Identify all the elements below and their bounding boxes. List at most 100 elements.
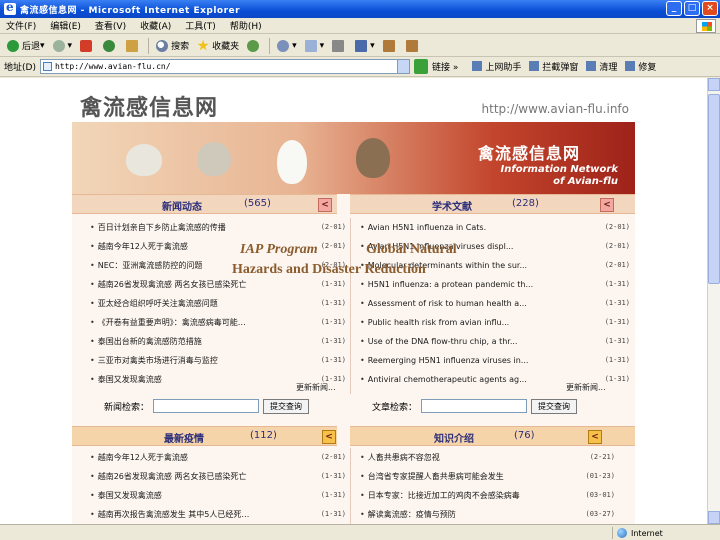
list-item[interactable]: • 泰国又发现禽流感 (1-31)	[90, 486, 346, 505]
history-button[interactable]: ▾	[274, 37, 300, 55]
edit-icon	[355, 39, 368, 52]
maximize-button[interactable]: □	[684, 1, 700, 16]
forward-button[interactable]: ▾	[50, 37, 76, 55]
knowledge-title[interactable]: 知识介绍	[434, 430, 474, 445]
list-item[interactable]: • Public health risk from avian influ...(…	[360, 313, 630, 332]
scroll-thumb[interactable]	[708, 94, 720, 284]
menu-favorites[interactable]: 收藏(A)	[140, 19, 171, 32]
security-zone: Internet	[612, 527, 663, 539]
column-divider	[350, 448, 351, 524]
list-item[interactable]: • 百日计划亲自下乡防止禽流感的传播 (2-01)	[90, 218, 346, 237]
address-dropdown[interactable]	[396, 60, 409, 73]
news-more-button[interactable]: <	[318, 198, 332, 212]
favorites-button[interactable]: 收藏夹	[194, 37, 242, 55]
messenger-icon	[405, 39, 418, 52]
page-icon	[42, 62, 52, 71]
menu-file[interactable]: 文件(F)	[6, 19, 36, 32]
links-button[interactable]: 链接 »	[432, 60, 458, 73]
address-url: http://www.avian-flu.cn/	[54, 62, 171, 71]
stop-icon	[80, 39, 93, 52]
printer-icon	[332, 39, 345, 52]
menu-help[interactable]: 帮助(H)	[230, 19, 262, 32]
list-item[interactable]: • Reemerging H5N1 influenza viruses in...…	[360, 351, 630, 370]
papers-search-input[interactable]	[421, 399, 528, 413]
forward-arrow-icon	[52, 39, 65, 52]
print-button[interactable]	[329, 37, 350, 55]
list-item[interactable]: • 越南26省发现禽流感 两名女孩已感染死亡 (1-31)	[90, 467, 346, 486]
papers-title[interactable]: 学术文献	[432, 198, 472, 213]
papers-search: 文章检索： 提交查询	[372, 396, 578, 416]
menu-view[interactable]: 查看(V)	[95, 19, 126, 32]
news-search-label: 新闻检索：	[104, 402, 150, 413]
list-item[interactable]: • 人畜共患病不容忽视 (2-21)	[360, 448, 615, 467]
list-item[interactable]: • 台湾省专家提醒人畜共患病可能会发生 (01-23)	[360, 467, 615, 486]
toolbar-separator	[269, 37, 271, 54]
media-button[interactable]	[244, 37, 265, 55]
title-bar[interactable]: 禽流感信息网 - Microsoft Internet Explorer _ □…	[0, 0, 720, 18]
edit-button[interactable]: ▾	[352, 37, 378, 55]
outbreaks-title[interactable]: 最新疫情	[164, 430, 204, 445]
back-arrow-icon	[7, 39, 19, 52]
news-more-link[interactable]: 更新新闻...	[296, 382, 336, 393]
search-button[interactable]: 搜索	[153, 37, 192, 55]
column-divider	[350, 218, 351, 394]
minimize-button[interactable]: _	[666, 1, 682, 16]
addon-repair[interactable]: 修复	[625, 60, 656, 73]
addon-helper[interactable]: 上网助手	[472, 60, 521, 73]
list-item[interactable]: • Assessment of risk to human health a...…	[360, 294, 630, 313]
news-search-input[interactable]	[153, 399, 260, 413]
scroll-down-arrow-icon[interactable]	[708, 511, 720, 524]
papers-search-button[interactable]: 提交查询	[531, 398, 578, 414]
site-logo[interactable]: 禽流感信息网	[80, 90, 218, 122]
list-item[interactable]: • 三亚市对禽类市场进行消毒与监控 (1-31)	[90, 351, 346, 370]
status-bar: Internet	[0, 524, 720, 540]
news-count: (565)	[244, 198, 271, 209]
list-item[interactable]: • 越南再次报告禽流感发生 其中5人已经死… (1-31)	[90, 505, 346, 524]
address-input[interactable]: http://www.avian-flu.cn/	[39, 59, 410, 74]
banner-subtitle: Information Network of Avian-flu	[500, 164, 618, 187]
messenger-button[interactable]	[403, 37, 424, 55]
stop-button[interactable]	[77, 37, 98, 55]
papers-more-link[interactable]: 更新新闻...	[566, 382, 606, 393]
papers-count: (228)	[512, 198, 539, 209]
menu-edit[interactable]: 编辑(E)	[50, 19, 81, 32]
refresh-button[interactable]	[100, 37, 121, 55]
news-title[interactable]: 新闻动态	[162, 198, 202, 213]
list-item[interactable]: • Avian H5N1 influenza in Cats. (2-01)	[360, 218, 630, 237]
mail-button[interactable]: ▾	[302, 37, 328, 55]
page-viewport: 禽流感信息网 http://www.avian-flu.info 禽流感信息网 …	[0, 78, 707, 524]
close-button[interactable]: ×	[702, 1, 718, 16]
addon-popup-block[interactable]: 拦截弹窗	[529, 60, 578, 73]
list-item[interactable]: • 越南今年12人死于禽流感 (2-01)	[90, 448, 346, 467]
list-item[interactable]: • 解读禽流感：疫情与预防 (03-27)	[360, 505, 615, 524]
discuss-icon	[382, 39, 395, 52]
outbreaks-list: • 越南今年12人死于禽流感 (2-01) • 越南26省发现禽流感 两名女孩已感染死…	[90, 448, 346, 524]
mail-icon	[304, 39, 317, 52]
papers-more-button[interactable]: <	[600, 198, 614, 212]
standard-toolbar: 后退 ▾ ▾ 搜索 收藏夹 ▾ ▾ ▾	[0, 35, 720, 57]
addon-toolbar: 上网助手 拦截弹窗 清理 修复	[472, 60, 656, 73]
list-item[interactable]: • 日本专家：比接近加工的鸡肉不会感染病毒 (03-01)	[360, 486, 615, 505]
go-button[interactable]	[413, 59, 428, 74]
list-item[interactable]: • 泰国出台新的禽流感防范措施 (1-31)	[90, 332, 346, 351]
discuss-button[interactable]	[380, 37, 401, 55]
back-button[interactable]: 后退 ▾	[4, 37, 48, 55]
menu-tools[interactable]: 工具(T)	[185, 19, 216, 32]
broom-icon	[586, 61, 597, 71]
search-icon	[156, 39, 169, 52]
addon-clean[interactable]: 清理	[586, 60, 617, 73]
knowledge-more-button[interactable]: <	[588, 430, 602, 444]
papers-search-label: 文章检索：	[372, 402, 418, 413]
home-button[interactable]	[123, 37, 144, 55]
knowledge-list: • 人畜共患病不容忽视 (2-21) • 台湾省专家提醒人畜共患病可能会发生 (01-2…	[360, 448, 615, 524]
outbreaks-more-button[interactable]: <	[322, 430, 336, 444]
news-search-button[interactable]: 提交查询	[263, 398, 310, 414]
papers-section-header: 学术文献 (228) <	[350, 194, 635, 214]
list-item[interactable]: • Use of the DNA flow-thru chip, a thr...…	[360, 332, 630, 351]
list-item[interactable]: • 《开卷有益重要声明》：禽流感病毒可能… (1-31)	[90, 313, 346, 332]
scroll-up-arrow-icon[interactable]	[708, 78, 720, 91]
duck-image	[356, 138, 390, 178]
vertical-scrollbar[interactable]	[707, 78, 720, 524]
list-item[interactable]: • 亚太经合组织呼吁关注禽流感问题 (1-31)	[90, 294, 346, 313]
globe-icon	[617, 528, 627, 538]
